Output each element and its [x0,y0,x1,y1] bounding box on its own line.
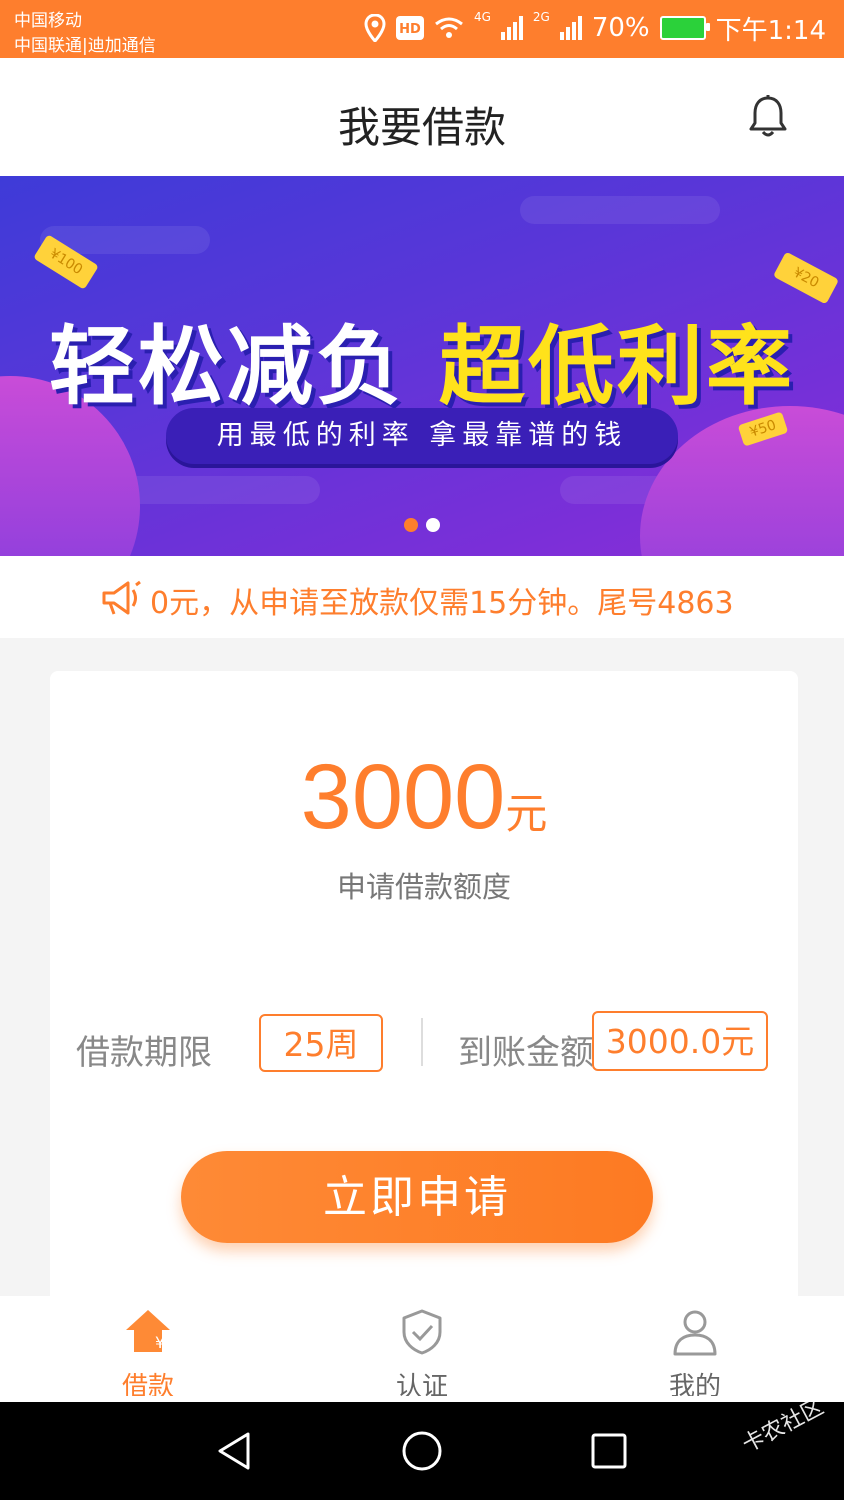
divider [421,1018,423,1066]
battery-icon [659,16,710,40]
notice-text: 0元，从申请至放款仅需15分钟。尾号4863 [150,586,734,621]
carousel-dot[interactable] [426,518,440,532]
svg-text:HD: HD [399,22,421,37]
tab-mine[interactable]: 我的 [595,1296,795,1402]
loan-amount-unit: 元 [505,789,548,838]
signal-icon [500,16,523,40]
svg-text:¥: ¥ [155,1333,165,1352]
term-selector[interactable]: 25周 [259,1014,383,1072]
tab-verify[interactable]: 认证 [322,1296,522,1402]
top-header: 我要借款 [0,58,844,176]
carrier-secondary: 中国联通|迪加通信 [14,36,156,56]
received-amount: 3000.0元 [592,1011,768,1071]
loan-amount: 3000元 [50,745,798,850]
loan-amount-label: 申请借款额度 [336,870,511,904]
home-icon[interactable] [400,1429,444,1473]
tab-loan-label: 借款 [121,1372,174,1396]
tab-mine-label: 我的 [668,1372,721,1396]
carrier-primary: 中国移动 [14,11,82,31]
network-label-1: 4G [473,10,491,24]
promo-banner[interactable]: ¥100 ¥20 ¥50 轻松减负 超低利率 用最低的利率 拿最靠谱的钱 [0,176,844,556]
shield-check-icon [402,1309,442,1355]
network-label-2: 2G [532,10,550,24]
system-nav-bar [0,1402,844,1500]
tab-loan[interactable]: ¥ 借款 [48,1296,248,1402]
megaphone-icon [102,580,141,615]
hd-icon: HD [395,16,424,40]
banner-subtitle: 用最低的利率 拿最靠谱的钱 [166,408,678,464]
loan-home-icon: ¥ [126,1310,170,1352]
signal-icon-2 [559,16,582,40]
wifi-icon [435,17,463,38]
apply-button[interactable]: 立即申请 [181,1151,653,1243]
battery-percent: 70% [591,13,650,43]
headline-white: 轻松减负 [49,317,405,417]
tab-verify-label: 认证 [395,1372,448,1396]
notice-bar: 0元，从申请至放款仅需15分钟。尾号4863 [0,556,844,638]
loan-amount-value: 3000 [300,746,506,848]
location-icon [364,14,386,42]
loan-card: 3000元 申请借款额度 借款期限 25周 到账金额 3000.0元 立即申请 [50,671,798,1311]
carousel-dot-active[interactable] [404,518,418,532]
banner-headline: 轻松减负 超低利率 [0,296,844,421]
term-label: 借款期限 [76,1033,212,1073]
headline-yellow: 超低利率 [439,317,795,417]
bell-icon[interactable] [746,94,790,140]
status-bar: 中国移动 中国联通|迪加通信 HD 4G 2G 70% 下午1:14 [0,0,844,58]
back-icon[interactable] [214,1430,254,1472]
clock: 下午1:14 [715,15,826,46]
banner-decoration [520,196,720,224]
bottom-tab-bar: ¥ 借款 认证 我的 [0,1296,844,1402]
received-label: 到账金额 [458,1033,594,1073]
status-icons: HD 4G 2G 70% 下午1:14 [364,10,826,46]
recents-icon[interactable] [590,1432,628,1470]
user-icon [673,1310,717,1356]
page-title: 我要借款 [337,103,506,152]
